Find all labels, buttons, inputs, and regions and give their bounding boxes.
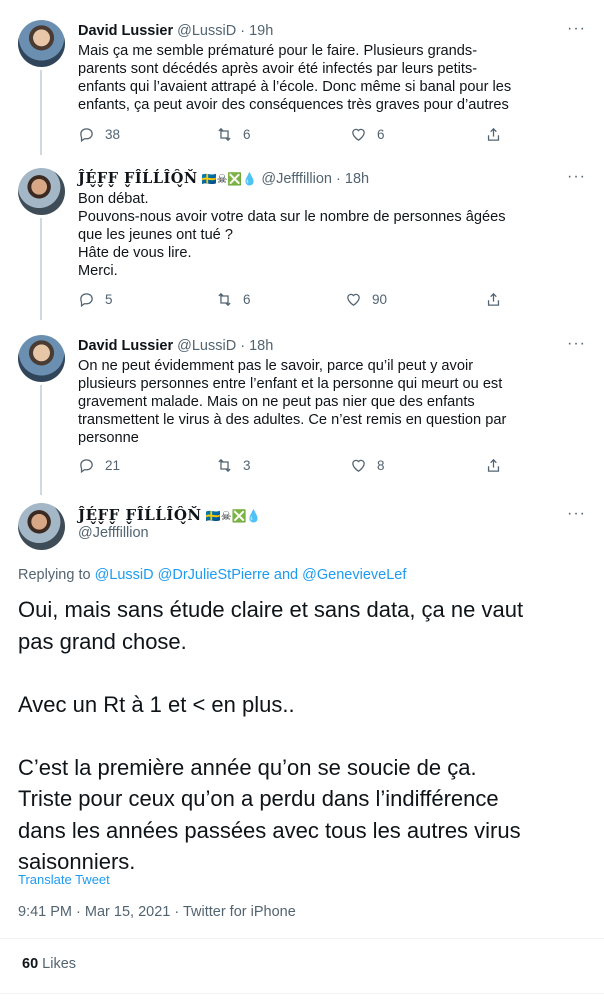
share-icon: [487, 458, 500, 472]
mention-link[interactable]: @GenevieveLef: [302, 567, 406, 583]
share-icon: [487, 127, 500, 141]
timestamp[interactable]: 18h: [345, 171, 369, 187]
retweet-button[interactable]: 6: [216, 291, 251, 308]
tweet-header: David Lussier @LussiD · 18h: [78, 338, 274, 354]
tweet-text: On ne peut évidemment pas le savoir, par…: [78, 358, 507, 446]
reply-button[interactable]: 21: [78, 457, 120, 474]
reply-count: 21: [105, 458, 121, 473]
main-avatar[interactable]: [18, 503, 65, 550]
replying-to: Replying to @LussiD @DrJulieStPierre and…: [18, 567, 406, 583]
more-icon[interactable]: ···: [567, 505, 586, 523]
translate-tweet-link[interactable]: Translate Tweet: [18, 872, 110, 887]
heart-icon: [347, 293, 360, 306]
likes-count: 60: [22, 956, 39, 972]
retweet-button[interactable]: 6: [216, 126, 251, 143]
main-tweet-text: Oui, mais sans étude claire et sans data…: [18, 597, 524, 874]
thread-line: [40, 385, 42, 495]
tweet-actions: 21 3 8: [78, 457, 578, 477]
likes-summary[interactable]: 60 Likes: [22, 956, 76, 972]
retweet-button[interactable]: 3: [216, 457, 251, 474]
avatar[interactable]: [18, 168, 65, 215]
author-emoji: 🇸🇪☠❎💧: [201, 172, 258, 186]
replying-and[interactable]: and: [274, 567, 298, 583]
reply-icon: [80, 459, 93, 474]
tweet-metadata[interactable]: 9:41 PM · Mar 15, 2021 · Twitter for iPh…: [18, 904, 296, 920]
like-count: 8: [377, 458, 385, 473]
like-button[interactable]: 8: [350, 457, 385, 474]
tweet-1[interactable]: David Lussier @LussiD · 19h ··· Mais ça …: [0, 0, 604, 155]
thread-line: [40, 70, 42, 155]
tweet-3[interactable]: David Lussier @LussiD · 18h ··· On ne pe…: [0, 320, 604, 495]
avatar[interactable]: [18, 20, 65, 67]
mention-link[interactable]: @LussiD: [95, 567, 154, 583]
retweet-icon: [218, 292, 231, 307]
main-author-name-row: ĴÉ̬F̬F̬ F̬ÎĹĹÎÔ̬Ň 🇸🇪☠❎💧: [78, 506, 261, 525]
tweet-actions: 5 6 90: [78, 291, 578, 311]
author-handle[interactable]: @Jefffillion: [261, 171, 332, 187]
retweet-count: 3: [243, 458, 251, 473]
heart-icon: [352, 459, 365, 472]
reply-icon: [80, 293, 93, 308]
retweet-count: 6: [243, 127, 251, 142]
tweet-header: ĴÉ̬F̬F̬ F̬ÎĹĹÎÔ̬Ň 🇸🇪☠❎💧 @Jefffillion · 1…: [78, 170, 370, 187]
tweet-actions: 38 6 6: [78, 126, 578, 146]
retweet-icon: [218, 458, 231, 473]
main-author-name[interactable]: ĴÉ̬F̬F̬ F̬ÎĹĹÎÔ̬Ň: [78, 506, 202, 524]
tweet-text: Bon débat. Pouvons-nous avoir votre data…: [78, 191, 506, 279]
main-author-emoji: 🇸🇪☠❎💧: [205, 509, 262, 523]
retweet-icon: [218, 127, 231, 142]
timestamp[interactable]: 19h: [249, 23, 273, 39]
author-name[interactable]: ĴÉ̬F̬F̬ F̬ÎĹĹÎÔ̬Ň: [78, 170, 198, 187]
replying-prefix: Replying to: [18, 567, 91, 583]
tweet-2[interactable]: ĴÉ̬F̬F̬ F̬ÎĹĹÎÔ̬Ň 🇸🇪☠❎💧 @Jefffillion · 1…: [0, 155, 604, 320]
author-name[interactable]: David Lussier: [78, 338, 173, 354]
tweet-header: David Lussier @LussiD · 19h: [78, 23, 274, 39]
reply-button[interactable]: 38: [78, 126, 120, 143]
share-button[interactable]: [485, 126, 502, 143]
like-count: 90: [372, 292, 388, 307]
like-count: 6: [377, 127, 385, 142]
heart-icon: [352, 128, 365, 141]
author-handle[interactable]: @LussiD: [177, 23, 236, 39]
like-button[interactable]: 6: [350, 126, 385, 143]
reply-icon: [80, 128, 93, 143]
timestamp[interactable]: 18h: [249, 338, 273, 354]
author-name[interactable]: David Lussier: [78, 23, 173, 39]
reply-count: 38: [105, 127, 121, 142]
retweet-count: 6: [243, 292, 251, 307]
reply-count: 5: [105, 292, 113, 307]
divider: [0, 993, 604, 994]
mention-link[interactable]: @DrJulieStPierre: [158, 567, 270, 583]
thread-line: [40, 218, 42, 320]
main-author-handle[interactable]: @Jefffillion: [78, 525, 149, 541]
likes-label: Likes: [42, 956, 77, 972]
share-icon: [487, 292, 500, 306]
avatar[interactable]: [18, 335, 65, 382]
like-button[interactable]: 90: [345, 291, 387, 308]
more-icon[interactable]: ···: [567, 20, 586, 38]
tweet-text: Mais ça me semble prématuré pour le fair…: [78, 43, 512, 113]
more-icon[interactable]: ···: [567, 168, 586, 186]
divider: [0, 938, 604, 939]
share-button[interactable]: [485, 457, 502, 474]
share-button[interactable]: [485, 291, 502, 308]
author-handle[interactable]: @LussiD: [177, 338, 236, 354]
reply-button[interactable]: 5: [78, 291, 113, 308]
more-icon[interactable]: ···: [567, 335, 586, 353]
